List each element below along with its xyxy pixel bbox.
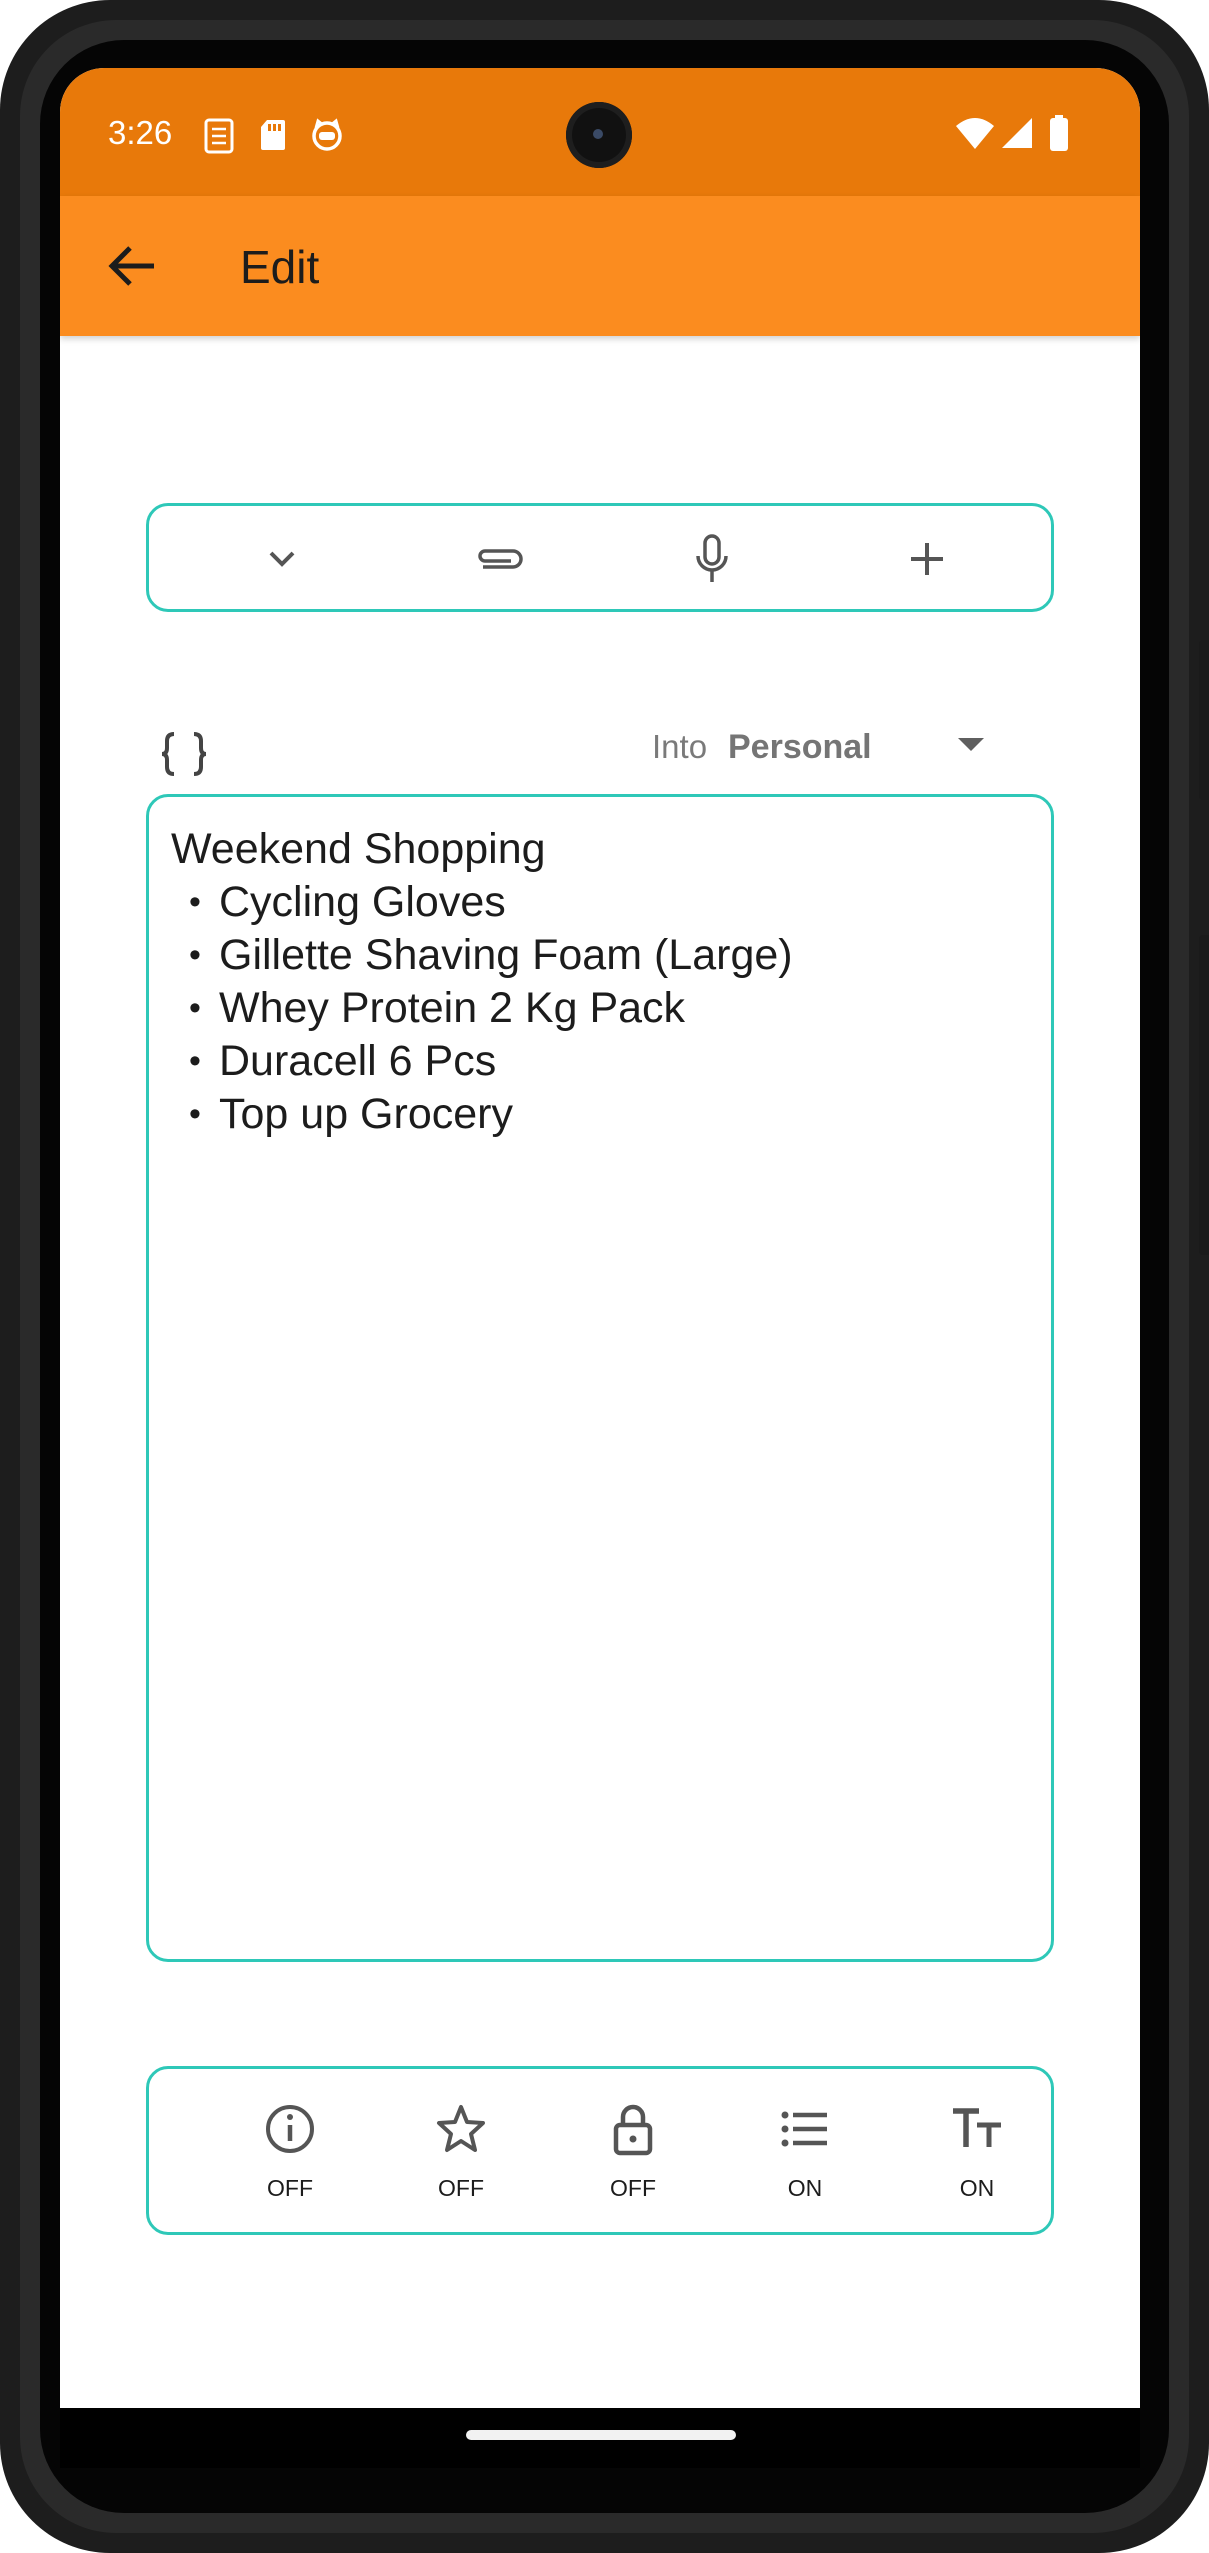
note-toolbar <box>146 503 1054 612</box>
voice-input-button[interactable] <box>667 518 757 600</box>
navigation-bar <box>60 2408 1140 2468</box>
status-bar: 3:26 <box>60 68 1140 196</box>
plus-icon <box>911 543 943 575</box>
list-icon <box>781 2111 827 2147</box>
sd-card-icon <box>261 120 285 150</box>
checklist-notification-icon <box>204 118 234 154</box>
info-icon <box>266 2105 314 2153</box>
list-item: • Duracell 6 Pcs <box>171 1035 793 1088</box>
info-toggle-state: OFF <box>267 2175 313 2201</box>
status-time: 3:26 <box>108 114 173 151</box>
battery-icon <box>1050 115 1068 151</box>
favorite-toggle[interactable]: OFF <box>401 2069 521 2238</box>
attach-button[interactable] <box>454 518 544 600</box>
lock-toggle-state: OFF <box>610 2175 656 2201</box>
front-camera <box>566 102 632 168</box>
wifi-icon <box>956 118 994 149</box>
star-icon <box>437 2105 485 2152</box>
dropdown-arrow-icon <box>958 738 984 751</box>
screen: 3:26 Edit Into Personal Weekend Shopping… <box>60 68 1140 2468</box>
arrow-back-icon <box>108 246 154 286</box>
text-size-toggle[interactable]: ON <box>917 2069 1037 2238</box>
bullet: • <box>189 989 201 1027</box>
list-mode-toggle[interactable]: ON <box>745 2069 865 2238</box>
home-gesture-pill[interactable] <box>466 2430 736 2440</box>
bullet: • <box>189 936 201 974</box>
app-bar: Edit <box>60 196 1140 336</box>
favorite-toggle-state: OFF <box>438 2175 484 2201</box>
text-size-icon <box>953 2108 1001 2147</box>
list-item: • Gillette Shaving Foam (Large) <box>171 929 793 982</box>
folder-dropdown[interactable]: Personal <box>728 724 1058 772</box>
bullet: • <box>189 1095 201 1133</box>
microphone-icon <box>696 534 728 582</box>
note-editor[interactable]: Weekend Shopping • Cycling Gloves • Gillet… <box>146 794 1054 1962</box>
paperclip-icon <box>478 549 523 569</box>
chevron-down-icon <box>269 551 295 567</box>
lock-icon <box>613 2104 653 2156</box>
cat-face-icon <box>312 118 342 151</box>
add-button[interactable] <box>882 518 972 600</box>
bullet: • <box>189 883 201 921</box>
power-button <box>1199 935 1209 1255</box>
list-item-text: Duracell 6 Pcs <box>219 1037 497 1085</box>
note-title: Weekend Shopping <box>171 825 546 873</box>
list-item-text: Cycling Gloves <box>219 878 506 926</box>
lock-toggle[interactable]: OFF <box>573 2069 693 2238</box>
list-item: • Cycling Gloves <box>171 876 793 929</box>
list-item: • Top up Grocery <box>171 1088 793 1141</box>
info-toggle[interactable]: OFF <box>230 2069 350 2238</box>
list-item: • Whey Protein 2 Kg Pack <box>171 982 793 1035</box>
back-button[interactable] <box>100 234 164 298</box>
list-item-text: Whey Protein 2 Kg Pack <box>219 984 686 1032</box>
bullet: • <box>189 1042 201 1080</box>
collapse-button[interactable] <box>237 518 327 600</box>
list-item-text: Top up Grocery <box>219 1090 513 1138</box>
cell-signal-icon <box>1002 118 1032 148</box>
into-label: Into <box>652 728 708 765</box>
list-mode-toggle-state: ON <box>787 2175 823 2201</box>
braces-icon[interactable] <box>158 728 210 780</box>
text-size-toggle-state: ON <box>959 2175 995 2201</box>
page-title: Edit <box>240 241 320 293</box>
volume-button <box>1199 640 1209 800</box>
folder-value: Personal <box>728 728 872 766</box>
note-content[interactable]: Weekend Shopping • Cycling Gloves • Gillet… <box>171 823 793 1141</box>
note-options-bar: OFF OFF OFF ON ON <box>146 2066 1054 2235</box>
list-item-text: Gillette Shaving Foam (Large) <box>219 931 793 979</box>
